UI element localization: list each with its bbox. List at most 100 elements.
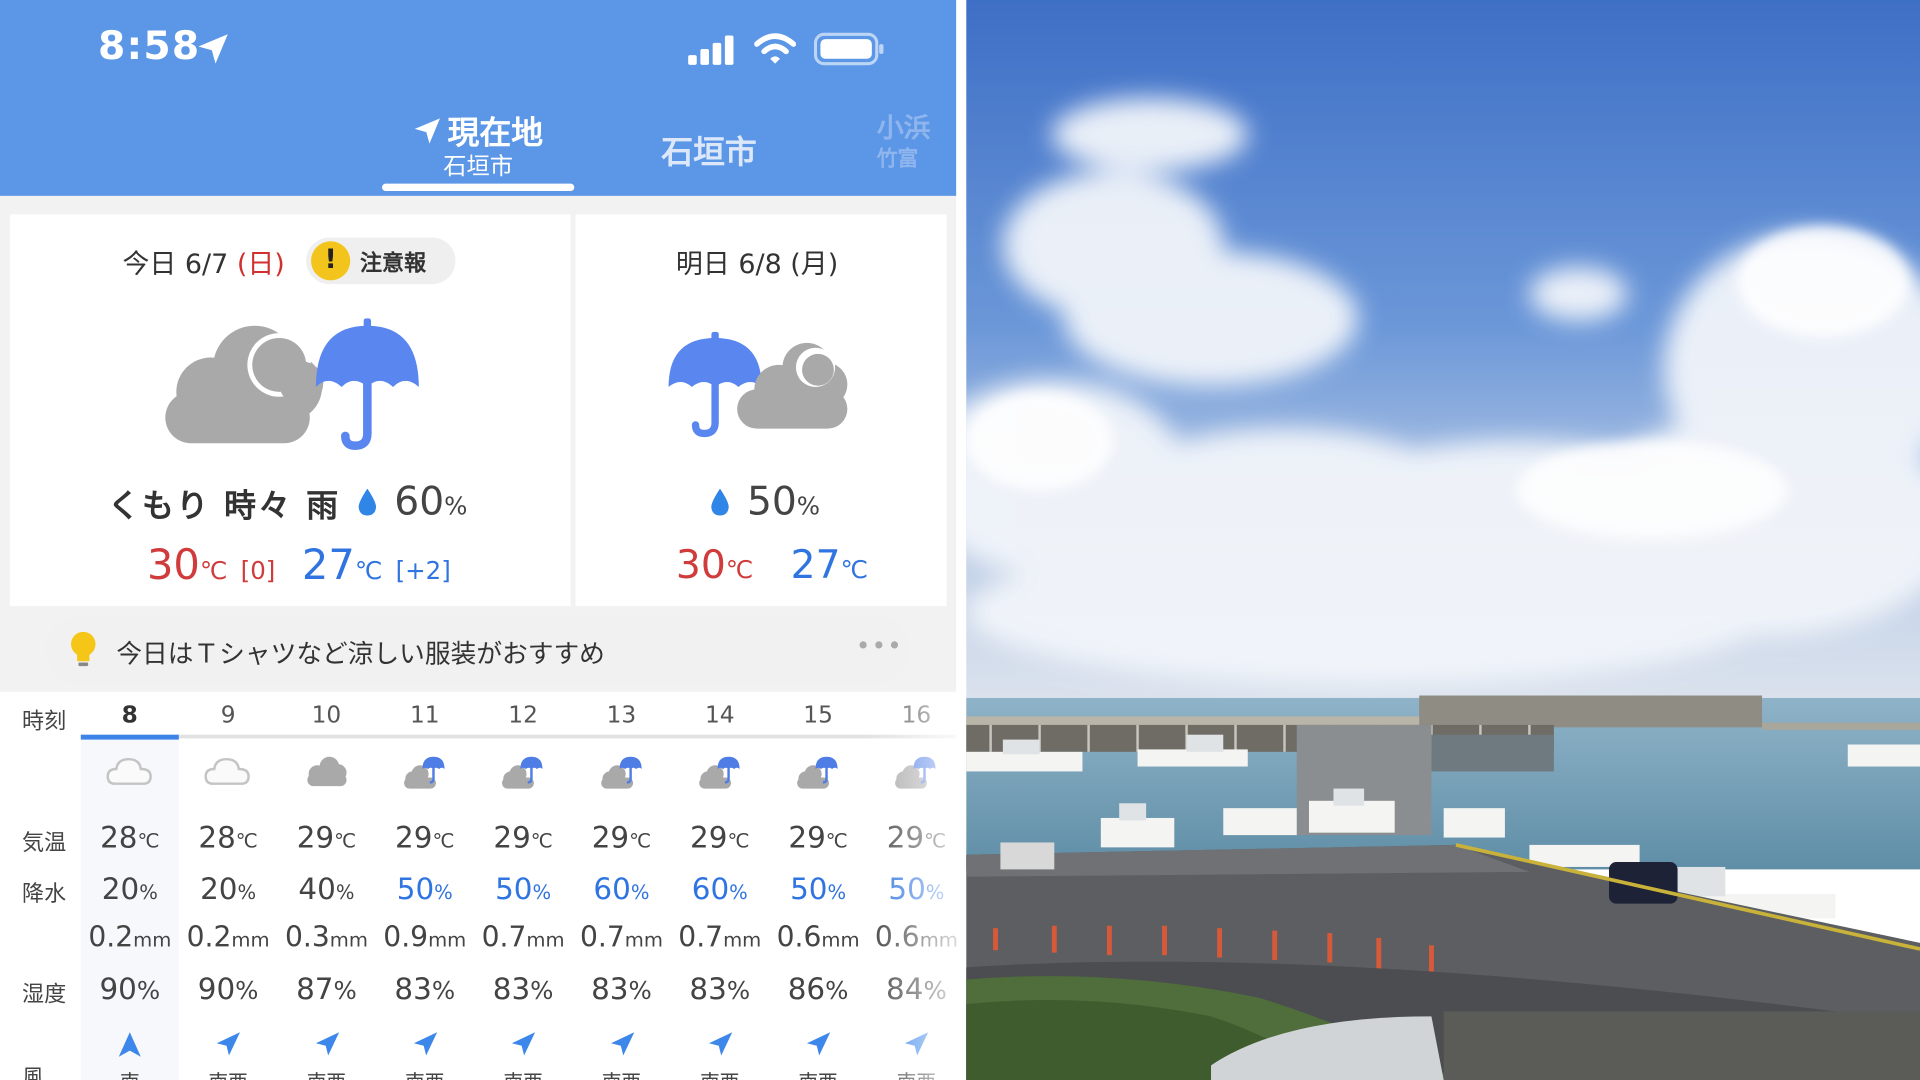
precip-chance-value: 60 — [691, 871, 730, 907]
today-precip-chance: 60% — [394, 478, 467, 525]
precip-amount-value: 0.3 — [284, 922, 330, 954]
hour-precip-chance: 20% — [81, 872, 179, 906]
signal-icon — [688, 35, 734, 65]
hour-humidity: 90% — [81, 972, 179, 1006]
temp-value: 29 — [395, 820, 433, 855]
temp-unit: ℃ — [825, 828, 848, 853]
precip-amount-value: 0.6 — [874, 922, 920, 954]
tab-kohama[interactable]: 小浜 竹富 — [876, 114, 931, 174]
hour-humidity: 83% — [671, 972, 769, 1006]
cloud-rain-icon — [502, 756, 543, 789]
warning-label: 注意報 — [360, 251, 427, 277]
precip-amount-unit: mm — [526, 928, 565, 952]
hour-wind-direction: 南西 — [277, 1065, 375, 1080]
today-condition: くもり 時々 雨 — [107, 488, 341, 526]
hour-temp: 29℃ — [277, 820, 375, 854]
more-options-icon[interactable]: ••• — [856, 631, 903, 660]
warning-badge[interactable]: ! 注意報 — [306, 237, 456, 285]
cloud-rain-icon — [600, 756, 642, 789]
tomorrow-high-value: 30 — [675, 541, 726, 588]
tab-kohama-sublabel: 竹富 — [876, 146, 919, 172]
harbor-photo — [966, 0, 1920, 1080]
wind-arrow — [474, 1031, 572, 1063]
hour-label[interactable]: 11 — [376, 702, 474, 729]
wifi-icon — [754, 33, 796, 64]
hour-weather-icon — [572, 754, 670, 796]
row-label-humidity: 湿度 — [22, 982, 67, 1008]
tomorrow-low-unit: ℃ — [840, 554, 869, 585]
cloud-icon — [204, 757, 251, 785]
tab-ishigaki[interactable]: 石垣市 — [661, 127, 757, 172]
hour-temp: 29℃ — [376, 820, 474, 854]
wind-direction-value: 南西 — [209, 1070, 248, 1080]
raindrop-icon — [358, 488, 377, 516]
hour-precip-chance: 40% — [277, 872, 375, 906]
wind-arrow-icon — [118, 1032, 141, 1057]
hour-label[interactable]: 12 — [474, 702, 572, 729]
precip-amount-value: 0.2 — [88, 922, 134, 954]
hour-wind-direction: 南西 — [671, 1065, 769, 1080]
precip-amount-unit: mm — [428, 928, 467, 952]
hour-precip-amount: 0.2mm — [179, 922, 277, 954]
precip-chance-value: 20 — [101, 871, 140, 907]
temp-value: 29 — [886, 820, 925, 855]
temp-unit: ℃ — [530, 828, 553, 853]
humidity-unit: % — [431, 975, 456, 1006]
humidity-unit: % — [235, 975, 259, 1006]
precip-amount-unit: mm — [919, 928, 957, 952]
hour-wind-direction: 南西 — [474, 1065, 572, 1080]
hour-label[interactable]: 16 — [867, 702, 956, 729]
hour-weather-icon — [376, 754, 474, 796]
precip-chance-unit: % — [729, 880, 748, 904]
tomorrow-low-value: 27 — [790, 541, 841, 588]
today-date-text: 今日 6/7 — [122, 249, 229, 281]
hour-axis-line — [80, 734, 957, 739]
hour-label[interactable]: 13 — [572, 702, 670, 729]
precip-amount-value: 0.7 — [678, 922, 724, 954]
hour-precip-chance: 50% — [867, 872, 956, 906]
hour-precip-chance: 60% — [572, 872, 670, 906]
precip-chance-value: 50 — [495, 871, 533, 907]
temp-unit: ℃ — [432, 828, 455, 853]
precip-chance-value: 50 — [396, 871, 435, 907]
hour-wind-direction: 南西 — [179, 1065, 277, 1080]
wind-arrow — [376, 1031, 474, 1063]
hour-label[interactable]: 14 — [671, 702, 769, 729]
location-arrow-icon — [415, 117, 441, 144]
humidity-value: 90 — [197, 972, 236, 1007]
precip-chance-unit: % — [827, 880, 847, 904]
hour-humidity: 90% — [179, 972, 277, 1006]
wind-direction-value: 南西 — [405, 1070, 444, 1080]
hour-label[interactable]: 15 — [769, 702, 867, 729]
hour-precip-amount: 0.7mm — [572, 922, 670, 954]
raindrop-icon — [711, 488, 729, 516]
row-label-precip: 降水 — [22, 881, 67, 908]
harbor-scene-image — [966, 0, 1920, 1080]
hour-value: 10 — [311, 701, 342, 729]
hour-label[interactable]: 8 — [81, 702, 179, 729]
battery-icon — [813, 32, 884, 66]
today-low: 27℃ [+2] — [302, 541, 451, 590]
wind-direction-value: 南西 — [897, 1070, 936, 1080]
temp-value: 29 — [493, 820, 531, 855]
humidity-value: 84 — [886, 972, 924, 1007]
tab-current-label: 現在地 — [447, 115, 544, 152]
today-high: 30℃ [0] — [147, 541, 275, 590]
today-weekday: (日) — [236, 249, 285, 281]
hour-value: 12 — [508, 701, 538, 729]
hour-label[interactable]: 9 — [179, 702, 277, 729]
tab-current-location[interactable]: 現在地 石垣市 — [382, 108, 574, 194]
hour-precip-amount: 0.3mm — [277, 922, 375, 954]
precip-chance-unit: % — [139, 880, 158, 904]
hour-label[interactable]: 10 — [277, 702, 375, 729]
humidity-unit: % — [726, 975, 751, 1006]
clothing-tip-bar[interactable]: 今日はＴシャツなど涼しい服装がおすすめ ••• — [45, 615, 910, 685]
tomorrow-precip-chance: 50% — [747, 478, 820, 525]
hour-humidity: 83% — [376, 972, 474, 1006]
precip-amount-unit: mm — [624, 928, 663, 952]
cloud-rain-icon — [698, 756, 740, 789]
humidity-value: 90 — [99, 972, 137, 1007]
precip-amount-value: 0.7 — [481, 922, 527, 954]
hour-wind-direction: 南 — [81, 1065, 179, 1080]
tomorrow-pop-unit: % — [796, 491, 821, 521]
